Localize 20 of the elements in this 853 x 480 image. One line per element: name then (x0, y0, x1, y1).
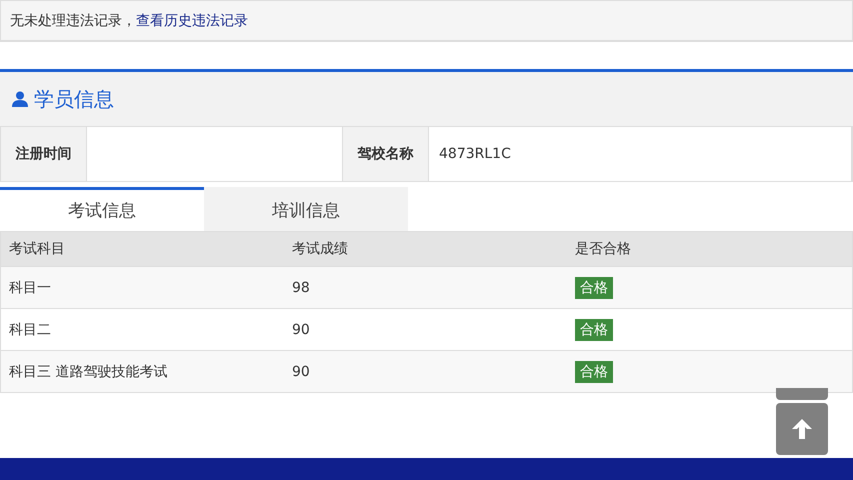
back-to-top-button[interactable] (776, 403, 828, 455)
table-cell: 90 (284, 350, 567, 392)
field-label: 驾校名称 (343, 127, 429, 181)
column-header: 是否合格 (567, 232, 852, 266)
field-value: 4873RL1C (429, 127, 852, 181)
table-cell: 科目一 (0, 266, 284, 308)
user-icon (12, 91, 28, 107)
status-badge: 合格 (575, 276, 613, 298)
arrow-up-icon (790, 417, 814, 441)
tab[interactable]: 培训信息 (204, 187, 408, 231)
status-badge: 合格 (575, 318, 613, 340)
notice-text: 无未处理违法记录，查看历史违法记录 (10, 12, 248, 30)
field-label: 注册时间 (1, 127, 87, 181)
section-title: 学员信息 (34, 86, 114, 112)
column-header: 考试科目 (0, 232, 284, 266)
status-badge: 合格 (575, 360, 613, 382)
table-cell: 98 (284, 266, 567, 308)
history-link[interactable]: 查看历史违法记录 (136, 12, 248, 28)
table-cell: 科目三 道路驾驶技能考试 (0, 350, 284, 392)
column-header: 考试成绩 (284, 232, 567, 266)
